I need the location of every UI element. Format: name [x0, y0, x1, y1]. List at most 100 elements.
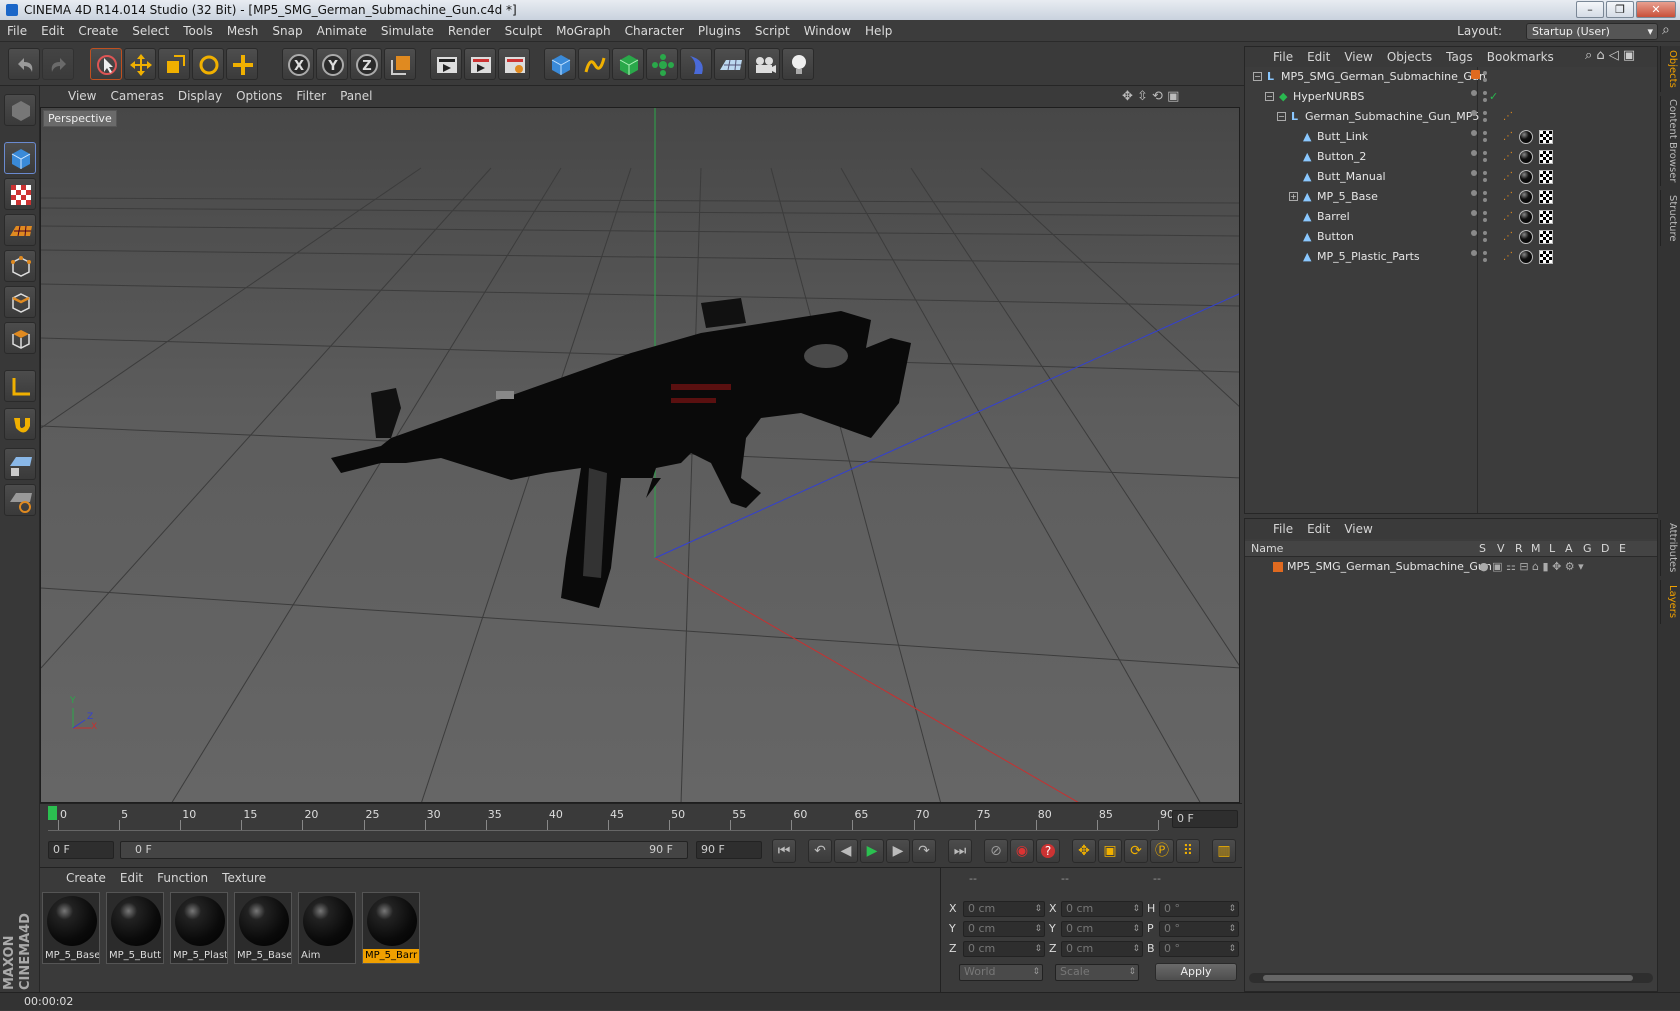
- pos-y-field[interactable]: 0 cm: [963, 921, 1045, 937]
- floor-button[interactable]: [714, 48, 746, 80]
- deformer-button[interactable]: [680, 48, 712, 80]
- pos-z-field[interactable]: 0 cm: [963, 941, 1045, 957]
- locked-workplane-button[interactable]: [4, 484, 36, 516]
- render-visibility-dot[interactable]: [1483, 158, 1487, 162]
- axis-mode-button[interactable]: [4, 370, 36, 402]
- side-tab-attributes[interactable]: Attributes: [1660, 520, 1678, 576]
- end-frame-field[interactable]: 90 F: [696, 841, 762, 859]
- timeline-window-button[interactable]: ▥: [1212, 839, 1236, 863]
- key-rotation-button[interactable]: ⟳: [1124, 839, 1148, 863]
- layer-indicator[interactable]: [1471, 250, 1477, 256]
- editor-visibility-dot[interactable]: [1483, 111, 1487, 115]
- layer-col-manager[interactable]: M: [1531, 542, 1541, 555]
- make-editable-button[interactable]: [4, 94, 36, 126]
- render-to-picture-viewer-button[interactable]: [464, 48, 496, 80]
- rot-b-field[interactable]: 0 °: [1159, 941, 1239, 957]
- phong-tag-icon[interactable]: ⋰: [1503, 207, 1513, 227]
- expand-toggle[interactable]: +: [1289, 192, 1298, 201]
- pos-x-field[interactable]: 0 cm: [963, 901, 1045, 917]
- size-mode-select[interactable]: Scale: [1055, 964, 1139, 981]
- editor-visibility-dot[interactable]: [1483, 71, 1487, 75]
- enabled-check-icon[interactable]: ✓: [1489, 87, 1498, 107]
- layer-indicator[interactable]: [1471, 110, 1477, 116]
- object-row[interactable]: − L MP5_SMG_German_Submachine_Gun: [1245, 67, 1657, 87]
- menu-edit[interactable]: Edit: [34, 20, 71, 42]
- move-tool-button[interactable]: [124, 48, 156, 80]
- layer-col-animation[interactable]: A: [1565, 542, 1573, 555]
- texture-tag-icon[interactable]: [1539, 210, 1553, 224]
- size-z-field[interactable]: 0 cm: [1061, 941, 1143, 957]
- layer-indicator[interactable]: [1471, 230, 1477, 236]
- objects-menu-objects[interactable]: Objects: [1380, 47, 1439, 67]
- object-row[interactable]: ▲ Barrel ⋰: [1245, 207, 1657, 227]
- workplane-mode-button[interactable]: [4, 214, 36, 246]
- layer-indicator[interactable]: [1471, 210, 1477, 216]
- material-swatch[interactable]: MP_5_Plast: [170, 892, 228, 964]
- menu-help[interactable]: Help: [858, 20, 899, 42]
- render-visibility-dot[interactable]: [1483, 98, 1487, 102]
- record-keys-button[interactable]: ⊘: [984, 839, 1008, 863]
- layer-scrollbar[interactable]: [1249, 973, 1653, 983]
- camera-button[interactable]: [748, 48, 780, 80]
- menu-simulate[interactable]: Simulate: [374, 20, 441, 42]
- layer-indicator[interactable]: [1471, 90, 1477, 96]
- material-menu-create[interactable]: Create: [40, 868, 113, 888]
- menu-mograph[interactable]: MoGraph: [549, 20, 618, 42]
- menu-snap[interactable]: Snap: [265, 20, 309, 42]
- polygon-mode-button[interactable]: [4, 322, 36, 354]
- layer-col-render[interactable]: R: [1515, 542, 1523, 555]
- editor-visibility-dot[interactable]: [1483, 171, 1487, 175]
- goto-next-key-button[interactable]: ↷: [912, 839, 936, 863]
- viewport-menu-cameras[interactable]: Cameras: [103, 86, 170, 107]
- redo-button[interactable]: [42, 48, 74, 80]
- viewport-menu-filter[interactable]: Filter: [289, 86, 333, 107]
- menu-render[interactable]: Render: [441, 20, 498, 42]
- coordinate-system-button[interactable]: [384, 48, 416, 80]
- texture-tag-icon[interactable]: [1539, 150, 1553, 164]
- goto-start-button[interactable]: ⏮: [772, 839, 796, 863]
- material-swatch-selected[interactable]: MP_5_Barr: [362, 892, 420, 964]
- object-row[interactable]: ▲ Butt_Manual ⋰: [1245, 167, 1657, 187]
- layer-col-expressions[interactable]: E: [1619, 542, 1626, 555]
- material-swatch[interactable]: Aim: [298, 892, 356, 964]
- phong-tag-icon[interactable]: ⋰: [1503, 127, 1513, 147]
- render-visibility-dot[interactable]: [1483, 218, 1487, 222]
- side-tab-objects[interactable]: Objects: [1660, 46, 1678, 92]
- layer-col-generators[interactable]: G: [1583, 542, 1592, 555]
- viewport-menu-panel[interactable]: Panel: [333, 86, 379, 107]
- render-visibility-dot[interactable]: [1483, 198, 1487, 202]
- apply-button[interactable]: Apply: [1155, 963, 1237, 981]
- edge-mode-button[interactable]: [4, 286, 36, 318]
- rotate-tool-button[interactable]: [192, 48, 224, 80]
- render-visibility-dot[interactable]: [1483, 118, 1487, 122]
- close-button[interactable]: ✕: [1636, 1, 1676, 18]
- material-swatch[interactable]: MP_5_Base: [234, 892, 292, 964]
- scrollbar-thumb[interactable]: [1263, 975, 1633, 981]
- menu-tools[interactable]: Tools: [176, 20, 220, 42]
- material-tag-icon[interactable]: [1519, 130, 1533, 144]
- layer-indicator[interactable]: [1471, 130, 1477, 136]
- editor-visibility-dot[interactable]: [1483, 231, 1487, 235]
- layer-row[interactable]: MP5_SMG_German_Submachine_Gun ● ▣ ⚏ ⊟ ⌂ …: [1245, 557, 1657, 577]
- phong-tag-icon[interactable]: ⋰: [1503, 247, 1513, 267]
- rot-h-field[interactable]: 0 °: [1159, 901, 1239, 917]
- expand-toggle[interactable]: −: [1265, 92, 1274, 101]
- goto-previous-key-button[interactable]: ↶: [808, 839, 832, 863]
- layers-menu-edit[interactable]: Edit: [1300, 519, 1337, 539]
- previous-frame-button[interactable]: ◀: [834, 839, 858, 863]
- x-axis-lock-button[interactable]: X: [282, 48, 314, 80]
- menu-script[interactable]: Script: [748, 20, 797, 42]
- objects-menu-edit[interactable]: Edit: [1300, 47, 1337, 67]
- texture-mode-button[interactable]: [4, 178, 36, 210]
- side-tab-content-browser[interactable]: Content Browser: [1660, 96, 1678, 186]
- menu-plugins[interactable]: Plugins: [691, 20, 748, 42]
- playhead[interactable]: [48, 806, 57, 820]
- menu-select[interactable]: Select: [125, 20, 176, 42]
- side-tab-structure[interactable]: Structure: [1660, 190, 1678, 246]
- array-button[interactable]: [646, 48, 678, 80]
- side-tab-layers[interactable]: Layers: [1660, 580, 1678, 624]
- frame-range-slider[interactable]: 0 F 90 F: [120, 841, 688, 859]
- next-frame-button[interactable]: ▶: [886, 839, 910, 863]
- editor-visibility-dot[interactable]: [1483, 131, 1487, 135]
- material-swatch[interactable]: MP_5_Butt: [106, 892, 164, 964]
